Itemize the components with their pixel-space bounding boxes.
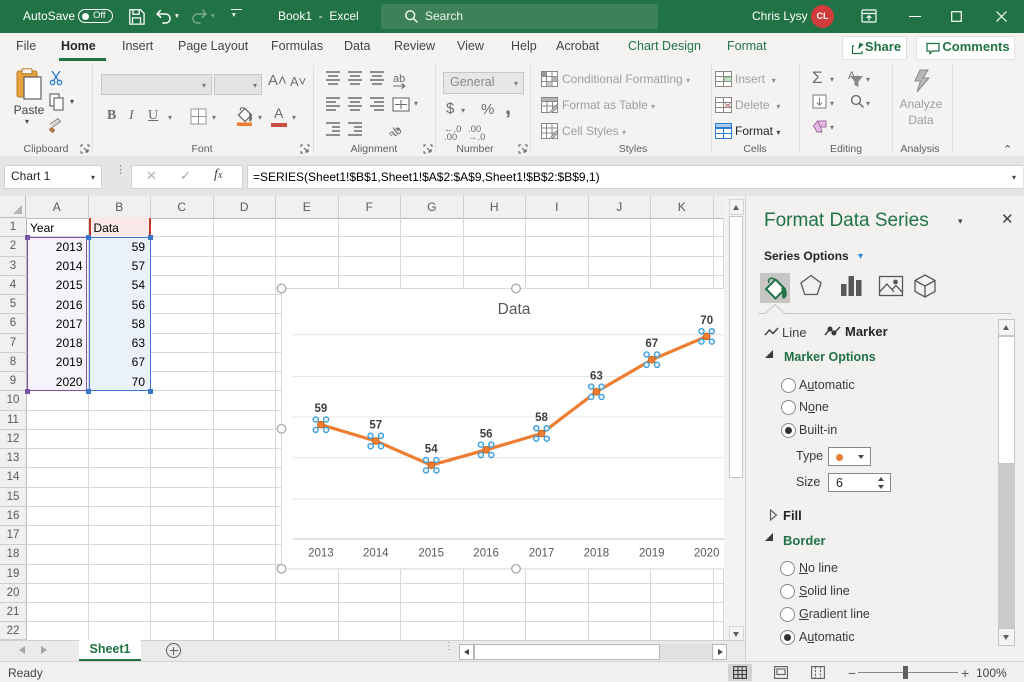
svg-text:2013: 2013 [308, 548, 334, 560]
svg-text:67: 67 [645, 338, 658, 350]
svg-text:ab: ab [393, 73, 405, 85]
svg-text:Data: Data [498, 301, 531, 318]
svg-text:58: 58 [535, 412, 548, 424]
svg-text:2018: 2018 [584, 548, 610, 560]
svg-text:63: 63 [590, 370, 603, 382]
svg-text:2016: 2016 [473, 548, 499, 560]
svg-text:70: 70 [700, 315, 713, 327]
svg-text:59: 59 [315, 403, 328, 415]
svg-text:2019: 2019 [639, 548, 665, 560]
svg-text:2017: 2017 [529, 548, 555, 560]
svg-text:56: 56 [480, 428, 493, 440]
svg-text:2020: 2020 [694, 548, 720, 560]
svg-text:2014: 2014 [363, 548, 389, 560]
svg-text:57: 57 [369, 420, 382, 432]
svg-text:54: 54 [425, 444, 438, 456]
svg-text:2015: 2015 [418, 548, 444, 560]
svg-text:ab: ab [385, 122, 404, 136]
